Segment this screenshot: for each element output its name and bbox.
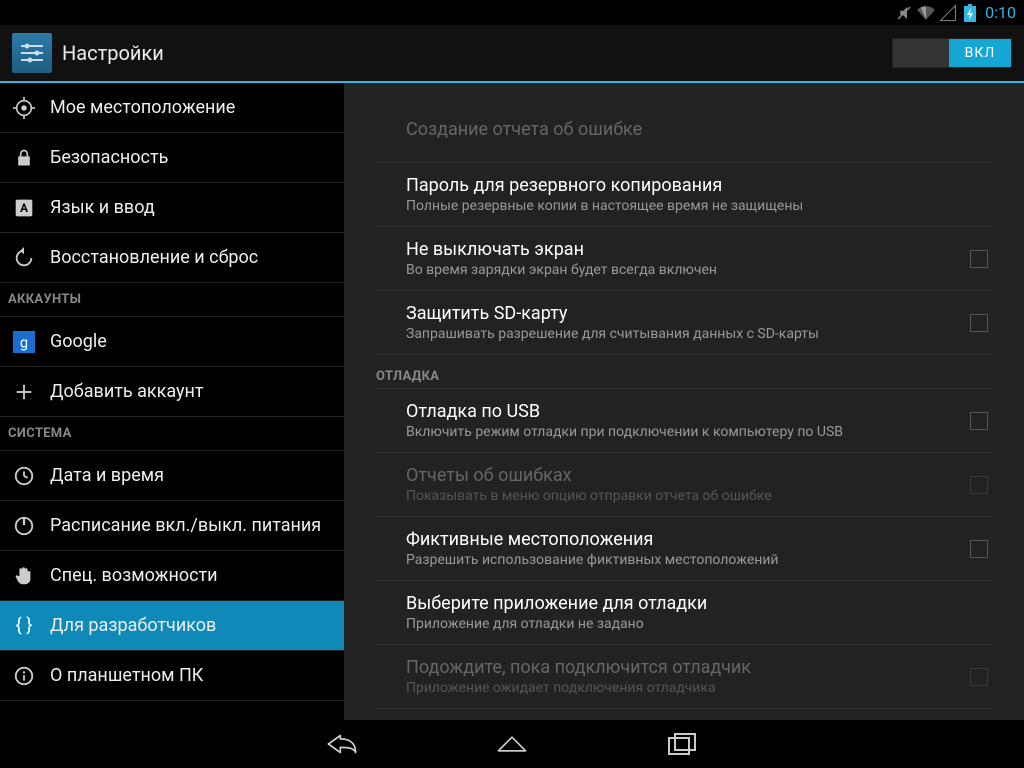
svg-text:A: A [20,201,28,215]
preference-item[interactable]: Отчеты об ошибках Показывать в меню опцию… [376,453,992,517]
checkbox[interactable] [970,540,988,558]
info-icon [12,664,36,688]
wifi-icon [917,4,935,22]
preference-item[interactable]: Не выключать экран Во время зарядки экран… [376,227,992,291]
status-bar: 0:10 [0,0,1024,25]
recent-button[interactable] [662,724,702,764]
sidebar-item-accessibility[interactable]: Спец. возможности [0,551,344,601]
preference-title: Не выключать экран [406,239,958,260]
preference-title: Пароль для резервного копирования [406,175,980,196]
preference-title: Отчеты об ошибках [406,465,958,486]
checkbox[interactable] [970,250,988,268]
google-icon: g [12,330,36,354]
sidebar-item-label: Дата и время [50,465,164,486]
section-heading-debug: ОТЛАДКА [376,355,992,389]
language-icon: A [12,196,36,220]
mute-icon [895,4,913,22]
sidebar-item-developer[interactable]: { } Для разработчиков [0,601,344,651]
sidebar-item-google[interactable]: g Google [0,317,344,367]
preference-summary: Показывать в меню опцию отправки отчета … [406,488,958,504]
preference-summary: Приложение для отладки не задано [406,616,980,632]
back-button[interactable] [322,724,362,764]
action-bar: Настройки ВКЛ [0,25,1024,81]
sidebar-item-add-account[interactable]: Добавить аккаунт [0,367,344,417]
sidebar-item-label: Для разработчиков [50,615,216,636]
battery-charging-icon [961,4,979,22]
preference-item[interactable]: Выберите приложение для отладки Приложени… [376,581,992,645]
power-schedule-icon [12,514,36,538]
preferences-panel[interactable]: Создание отчета об ошибке Пароль для резе… [344,83,1024,720]
lock-icon [12,146,36,170]
clock-icon [12,464,36,488]
sidebar-item-label: Мое местоположение [50,97,235,118]
clock-text: 0:10 [985,3,1016,22]
plus-icon [12,380,36,404]
home-button[interactable] [492,724,532,764]
checkbox[interactable] [970,314,988,332]
sidebar-item-label: Язык и ввод [50,197,155,218]
checkbox[interactable] [970,668,988,686]
preference-title: Выберите приложение для отладки [406,593,980,614]
preference-summary: Включить режим отладки при подключении к… [406,424,958,440]
toggle-on-label: ВКЛ [949,39,1011,67]
preference-summary: Приложение ожидает подключения отладчика [406,680,958,696]
sidebar-item-label: Спец. возможности [50,565,218,586]
sidebar-item-security[interactable]: Безопасность [0,133,344,183]
preference-summary: Во время зарядки экран будет всегда вклю… [406,262,958,278]
sidebar-item-datetime[interactable]: Дата и время [0,451,344,501]
preference-item[interactable]: Подождите, пока подключится отладчик Прил… [376,645,992,709]
preference-title: Фиктивные местоположения [406,529,958,550]
sidebar-heading-system: СИСТЕМА [0,417,344,451]
preference-item[interactable]: Пароль для резервного копирования Полные … [376,163,992,227]
page-title: Настройки [62,41,882,65]
hand-icon [12,564,36,588]
cell-signal-icon [939,4,957,22]
developer-options-toggle[interactable]: ВКЛ [892,38,1012,68]
braces-icon: { } [12,614,36,638]
preference-item[interactable]: Отладка по USB Включить режим отладки при… [376,389,992,453]
checkbox[interactable] [970,476,988,494]
reset-icon [12,246,36,270]
sidebar-item-location[interactable]: Мое местоположение [0,83,344,133]
checkbox[interactable] [970,412,988,430]
settings-app-icon [12,33,52,73]
sidebar-item-power-schedule[interactable]: Расписание вкл./выкл. питания [0,501,344,551]
preference-title: Подождите, пока подключится отладчик [406,657,958,678]
sidebar-item-label: Расписание вкл./выкл. питания [50,515,321,536]
sidebar-item-backup-reset[interactable]: Восстановление и сброс [0,233,344,283]
location-icon [12,96,36,120]
preference-title: Создание отчета об ошибке [406,119,980,140]
preference-summary: Запрашивать разрешение для считывания да… [406,326,958,342]
preference-summary: Разрешить использование фиктивных местоп… [406,552,958,568]
settings-sidebar: Мое местоположение Безопасность A Язык и… [0,83,344,720]
sidebar-item-about[interactable]: О планшетном ПК [0,651,344,701]
preference-title: Отладка по USB [406,401,958,422]
sidebar-item-label: Добавить аккаунт [50,381,204,402]
navigation-bar [0,720,1024,768]
sidebar-item-label: Безопасность [50,147,168,168]
preference-title: Защитить SD-карту [406,303,958,324]
preference-item[interactable]: Фиктивные местоположения Разрешить исполь… [376,517,992,581]
sidebar-item-label: О планшетном ПК [50,665,203,686]
sidebar-item-language[interactable]: A Язык и ввод [0,183,344,233]
preference-item[interactable]: Создание отчета об ошибке [376,99,992,163]
svg-text:g: g [20,333,28,351]
sidebar-item-label: Восстановление и сброс [50,247,258,268]
preference-summary: Полные резервные копии в настоящее время… [406,198,980,214]
sidebar-item-label: Google [50,331,107,352]
sidebar-heading-accounts: АККАУНТЫ [0,283,344,317]
preference-item[interactable]: Защитить SD-карту Запрашивать разрешение … [376,291,992,355]
